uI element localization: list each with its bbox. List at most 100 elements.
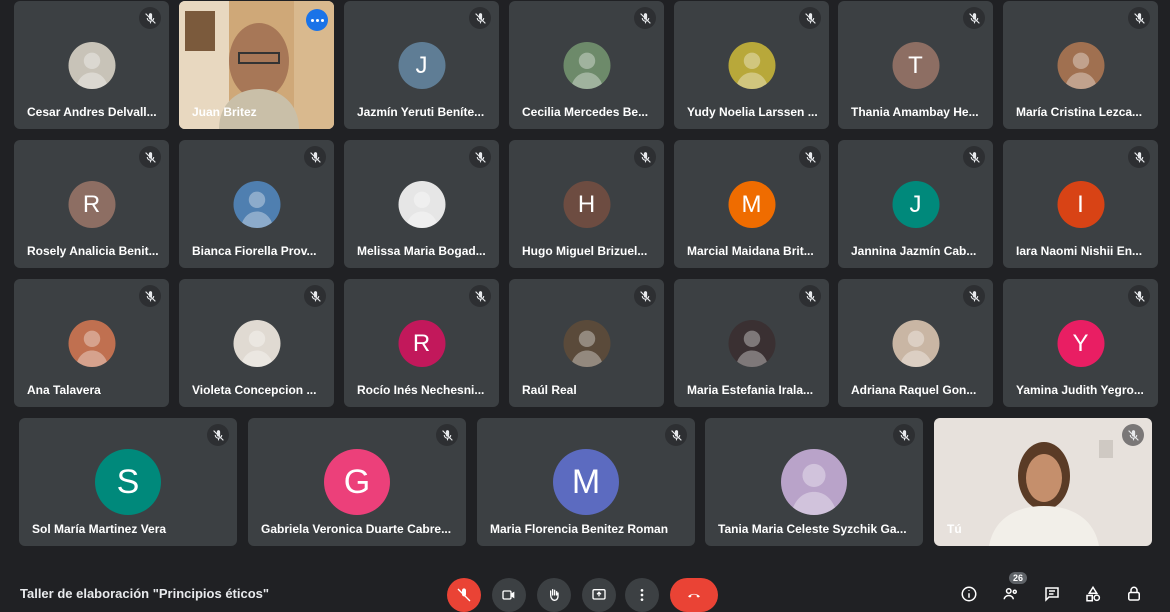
participant-avatar bbox=[398, 181, 445, 228]
participant-avatar bbox=[233, 320, 280, 367]
participant-tile[interactable]: G Gabriela Veronica Duarte Cabre... bbox=[248, 418, 466, 546]
mic-muted-icon bbox=[799, 285, 821, 307]
activities-icon bbox=[1086, 585, 1101, 602]
mic-muted-icon bbox=[963, 7, 985, 29]
participant-tile[interactable]: Cesar Andres Delvall... bbox=[14, 1, 169, 129]
participant-tile[interactable]: Yudy Noelia Larssen ... bbox=[674, 1, 829, 129]
participant-name: Maria Estefania Irala... bbox=[687, 383, 814, 397]
participant-tile[interactable]: Violeta Concepcion ... bbox=[179, 279, 334, 407]
participant-avatar bbox=[68, 42, 115, 89]
mic-muted-icon bbox=[436, 424, 458, 446]
participant-tile[interactable]: Maria Estefania Irala... bbox=[674, 279, 829, 407]
participant-avatar: R bbox=[68, 181, 115, 228]
chat-icon bbox=[1045, 587, 1059, 602]
participant-avatar bbox=[68, 320, 115, 367]
mic-muted-icon bbox=[1128, 285, 1150, 307]
participant-tile[interactable]: Raúl Real bbox=[509, 279, 664, 407]
mic-muted-icon bbox=[799, 7, 821, 29]
meeting-details-button[interactable] bbox=[959, 584, 979, 604]
participant-avatar: S bbox=[95, 449, 161, 515]
mic-muted-icon bbox=[634, 146, 656, 168]
participant-tile[interactable]: Juan Britez bbox=[179, 1, 334, 129]
mic-muted-icon bbox=[1128, 7, 1150, 29]
mic-muted-icon bbox=[139, 7, 161, 29]
participant-tile[interactable]: M Maria Florencia Benitez Roman bbox=[477, 418, 695, 546]
mic-muted-icon bbox=[469, 285, 491, 307]
participant-avatar: I bbox=[1057, 181, 1104, 228]
participant-name: Tú bbox=[947, 522, 962, 536]
participant-tile[interactable]: J Jazmín Yeruti Beníte... bbox=[344, 1, 499, 129]
participant-name: Gabriela Veronica Duarte Cabre... bbox=[261, 522, 452, 536]
camera-icon bbox=[502, 590, 515, 600]
people-button[interactable]: 26 bbox=[1001, 572, 1028, 604]
mic-muted-icon bbox=[963, 146, 985, 168]
participant-avatar: T bbox=[892, 42, 939, 89]
participants-count-badge: 26 bbox=[1009, 572, 1028, 584]
participant-avatar: Y bbox=[1057, 320, 1104, 367]
participant-tile[interactable]: Y Yamina Judith Yegro... bbox=[1003, 279, 1158, 407]
participant-avatar bbox=[563, 42, 610, 89]
people-icon bbox=[1003, 588, 1017, 600]
participant-tile[interactable]: Tania Maria Celeste Syzchik Ga... bbox=[705, 418, 923, 546]
participant-tile[interactable]: T Thania Amambay He... bbox=[838, 1, 993, 129]
participant-tile[interactable]: Adriana Raquel Gon... bbox=[838, 279, 993, 407]
mic-muted-icon bbox=[665, 424, 687, 446]
hangup-button[interactable] bbox=[670, 578, 718, 612]
participant-tile[interactable]: Tú bbox=[934, 418, 1152, 546]
participant-tile[interactable]: R Rocío Inés Nechesni... bbox=[344, 279, 499, 407]
participant-avatar bbox=[781, 449, 847, 515]
participant-avatar: M bbox=[728, 181, 775, 228]
participant-avatar: H bbox=[563, 181, 610, 228]
camera-toggle-button[interactable] bbox=[492, 578, 526, 612]
participant-name: Thania Amambay He... bbox=[851, 105, 979, 119]
participant-name: Rosely Analicia Benit... bbox=[27, 244, 159, 258]
participant-tile[interactable]: I Iara Naomi Nishii En... bbox=[1003, 140, 1158, 268]
hangup-icon bbox=[688, 593, 700, 598]
participant-name: Hugo Miguel Brizuel... bbox=[522, 244, 648, 258]
participant-name: Ana Talavera bbox=[27, 383, 101, 397]
tile-options-button[interactable] bbox=[306, 9, 328, 31]
participant-tile[interactable]: Cecilia Mercedes Be... bbox=[509, 1, 664, 129]
participant-name: Maria Florencia Benitez Roman bbox=[490, 522, 669, 536]
participant-name: Tania Maria Celeste Syzchik Ga... bbox=[718, 522, 907, 536]
participant-avatar bbox=[728, 320, 775, 367]
raise-hand-icon bbox=[550, 589, 559, 602]
host-controls-button[interactable] bbox=[1124, 584, 1144, 604]
participant-avatar: J bbox=[398, 42, 445, 89]
present-button[interactable] bbox=[582, 578, 616, 612]
participant-avatar bbox=[233, 181, 280, 228]
participant-name: María Cristina Lezca... bbox=[1016, 105, 1143, 119]
participant-name: Violeta Concepcion ... bbox=[192, 383, 317, 397]
more-options-button[interactable] bbox=[625, 578, 659, 612]
more-vert-icon bbox=[640, 589, 644, 601]
participant-name: Juan Britez bbox=[192, 105, 257, 119]
meeting-title: Taller de elaboración "Principios éticos… bbox=[20, 586, 270, 601]
activities-button[interactable] bbox=[1083, 584, 1103, 604]
participant-avatar bbox=[892, 320, 939, 367]
participant-tile[interactable]: M Marcial Maidana Brit... bbox=[674, 140, 829, 268]
participant-avatar: G bbox=[324, 449, 390, 515]
participant-name: Marcial Maidana Brit... bbox=[687, 244, 814, 258]
mic-muted-icon bbox=[893, 424, 915, 446]
participant-name: Cecilia Mercedes Be... bbox=[522, 105, 649, 119]
participant-tile[interactable]: J Jannina Jazmín Cab... bbox=[838, 140, 993, 268]
participant-name: Rocío Inés Nechesni... bbox=[357, 383, 485, 397]
raise-hand-button[interactable] bbox=[537, 578, 571, 612]
chat-button[interactable] bbox=[1042, 584, 1062, 604]
bottom-bar: Taller de elaboración "Principios éticos… bbox=[0, 562, 1170, 612]
mic-muted-icon bbox=[469, 7, 491, 29]
participant-tile[interactable]: S Sol María Martinez Vera bbox=[19, 418, 237, 546]
participant-tile[interactable]: H Hugo Miguel Brizuel... bbox=[509, 140, 664, 268]
participant-tile[interactable]: Bianca Fiorella Prov... bbox=[179, 140, 334, 268]
mic-toggle-button[interactable] bbox=[447, 578, 481, 612]
participant-avatar bbox=[728, 42, 775, 89]
participant-avatar: R bbox=[398, 320, 445, 367]
participant-name: Cesar Andres Delvall... bbox=[27, 105, 157, 119]
participant-tile[interactable]: Melissa Maria Bogad... bbox=[344, 140, 499, 268]
participant-name: Iara Naomi Nishii En... bbox=[1016, 244, 1143, 258]
participant-tile[interactable]: R Rosely Analicia Benit... bbox=[14, 140, 169, 268]
participant-tile[interactable]: María Cristina Lezca... bbox=[1003, 1, 1158, 129]
mic-muted-icon bbox=[304, 285, 326, 307]
lock-icon bbox=[1128, 586, 1140, 601]
participant-tile[interactable]: Ana Talavera bbox=[14, 279, 169, 407]
